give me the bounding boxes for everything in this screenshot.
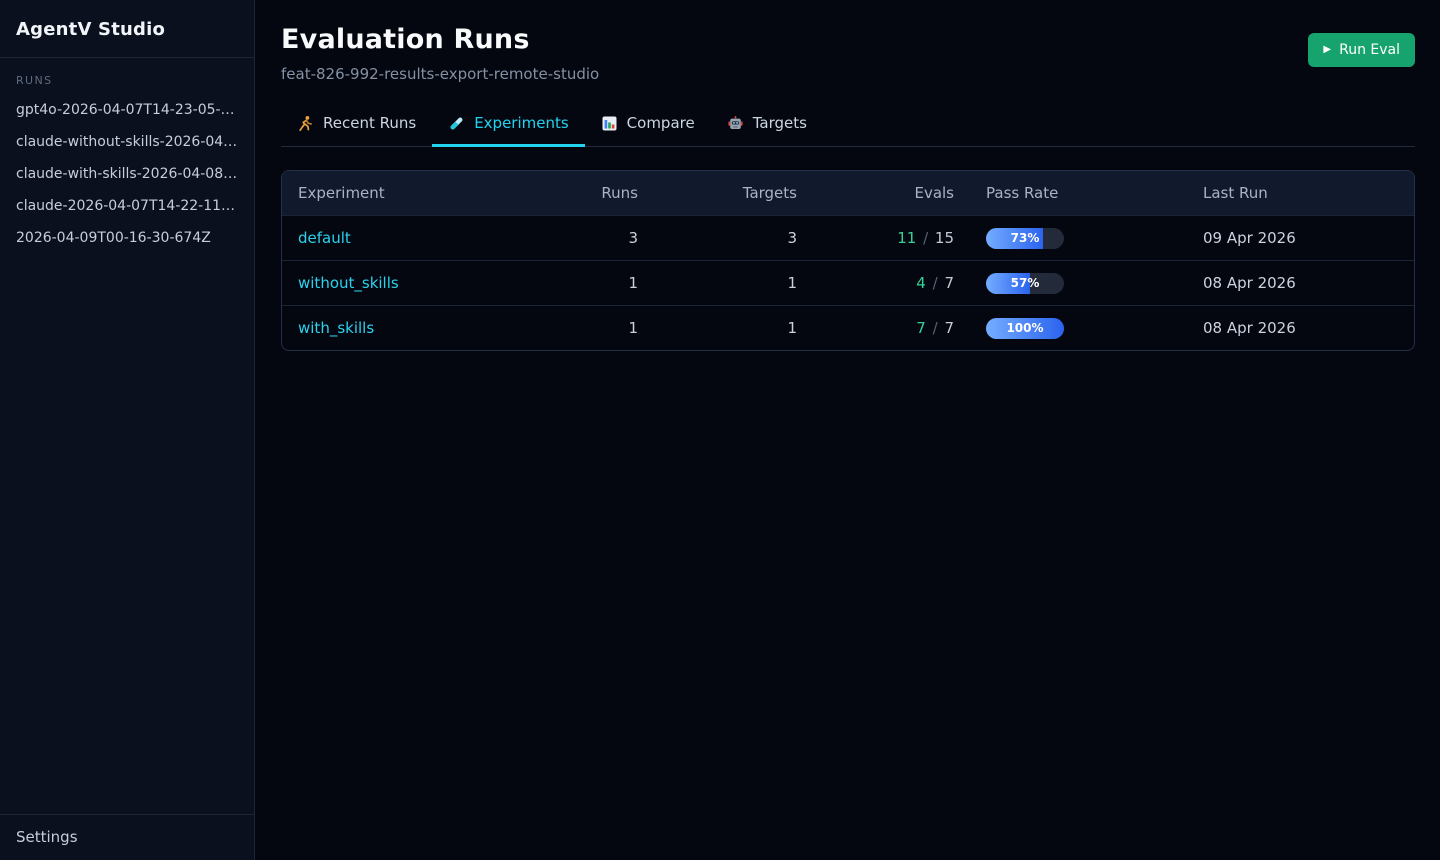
sidebar-header: AgentV Studio (0, 0, 254, 58)
settings-link[interactable]: Settings (0, 814, 254, 860)
table-row: without_skills 1 1 4 / 7 57% 08 Apr 2026 (282, 260, 1414, 305)
main-content: Evaluation Runs feat-826-992-results-exp… (255, 0, 1440, 860)
table-header-row: Experiment Runs Targets Evals Pass Rate … (282, 171, 1414, 215)
evals-total: 7 (944, 319, 954, 337)
col-header-pass-rate: Pass Rate (954, 184, 1203, 202)
run-list: gpt4o-2026-04-07T14-23-05-… claude-witho… (0, 94, 254, 254)
runs-section-label: RUNS (16, 74, 238, 87)
pass-rate-pill: 100% (986, 318, 1064, 339)
pass-rate-cell: 57% (954, 273, 1203, 294)
tab-targets[interactable]: Targets (711, 104, 823, 147)
evals-separator: / (921, 229, 930, 247)
last-run-date: 08 Apr 2026 (1203, 319, 1398, 337)
tab-label: Experiments (474, 114, 568, 132)
col-header-last-run: Last Run (1203, 184, 1398, 202)
tab-label: Targets (753, 114, 807, 132)
sidebar: AgentV Studio RUNS gpt4o-2026-04-07T14-2… (0, 0, 255, 860)
robot-icon (727, 115, 744, 132)
run-list-item[interactable]: claude-with-skills-2026-04-08… (0, 158, 254, 190)
play-icon: ▶ (1323, 45, 1331, 55)
evals-separator: / (931, 274, 940, 292)
page-header: Evaluation Runs feat-826-992-results-exp… (281, 24, 1415, 83)
tab-experiments[interactable]: Experiments (432, 104, 584, 147)
col-header-targets: Targets (638, 184, 797, 202)
evals-total: 7 (944, 274, 954, 292)
tab-bar: Recent Runs Experiments (281, 104, 1415, 147)
bar-chart-icon (601, 115, 618, 132)
run-list-item[interactable]: claude-without-skills-2026-04… (0, 126, 254, 158)
pass-rate-label: 73% (986, 228, 1064, 249)
run-eval-label: Run Eval (1339, 42, 1400, 58)
tab-compare[interactable]: Compare (585, 104, 711, 147)
app-window: AgentV Studio RUNS gpt4o-2026-04-07T14-2… (0, 0, 1440, 860)
evals-cell: 4 / 7 (797, 274, 954, 292)
pass-rate-pill: 57% (986, 273, 1064, 294)
evals-passed: 4 (916, 274, 926, 292)
branch-subtitle: feat-826-992-results-export-remote-studi… (281, 65, 599, 83)
col-header-experiment: Experiment (298, 184, 578, 202)
page-title: Evaluation Runs (281, 24, 599, 55)
runs-count: 3 (578, 229, 638, 247)
last-run-date: 08 Apr 2026 (1203, 274, 1398, 292)
evals-cell: 7 / 7 (797, 319, 954, 337)
pass-rate-label: 57% (986, 273, 1064, 294)
evals-cell: 11 / 15 (797, 229, 954, 247)
evals-passed: 11 (897, 229, 916, 247)
table-row: with_skills 1 1 7 / 7 100% 08 Apr 2026 (282, 305, 1414, 350)
run-list-item[interactable]: gpt4o-2026-04-07T14-23-05-… (0, 94, 254, 126)
runs-count: 1 (578, 319, 638, 337)
app-title: AgentV Studio (16, 19, 238, 40)
table-row: default 3 3 11 / 15 73% 09 Apr 2026 (282, 215, 1414, 260)
col-header-runs: Runs (578, 184, 638, 202)
targets-count: 1 (638, 319, 797, 337)
targets-count: 3 (638, 229, 797, 247)
col-header-evals: Evals (797, 184, 954, 202)
experiment-link[interactable]: with_skills (298, 319, 374, 337)
pass-rate-cell: 73% (954, 228, 1203, 249)
run-list-item[interactable]: claude-2026-04-07T14-22-11… (0, 190, 254, 222)
runner-icon (297, 115, 314, 132)
pass-rate-pill: 73% (986, 228, 1064, 249)
last-run-date: 09 Apr 2026 (1203, 229, 1398, 247)
evals-total: 15 (935, 229, 954, 247)
test-tube-icon (448, 115, 465, 132)
page-header-text: Evaluation Runs feat-826-992-results-exp… (281, 24, 599, 83)
evals-separator: / (931, 319, 940, 337)
targets-count: 1 (638, 274, 797, 292)
experiment-link[interactable]: default (298, 229, 351, 247)
experiment-link[interactable]: without_skills (298, 274, 399, 292)
run-list-item[interactable]: 2026-04-09T00-16-30-674Z (0, 222, 254, 254)
tab-recent-runs[interactable]: Recent Runs (281, 104, 432, 147)
pass-rate-label: 100% (986, 318, 1064, 339)
experiments-table: Experiment Runs Targets Evals Pass Rate … (281, 170, 1415, 351)
pass-rate-cell: 100% (954, 318, 1203, 339)
evals-passed: 7 (916, 319, 926, 337)
runs-count: 1 (578, 274, 638, 292)
run-eval-button[interactable]: ▶ Run Eval (1308, 33, 1415, 67)
tab-label: Recent Runs (323, 114, 416, 132)
tab-label: Compare (627, 114, 695, 132)
